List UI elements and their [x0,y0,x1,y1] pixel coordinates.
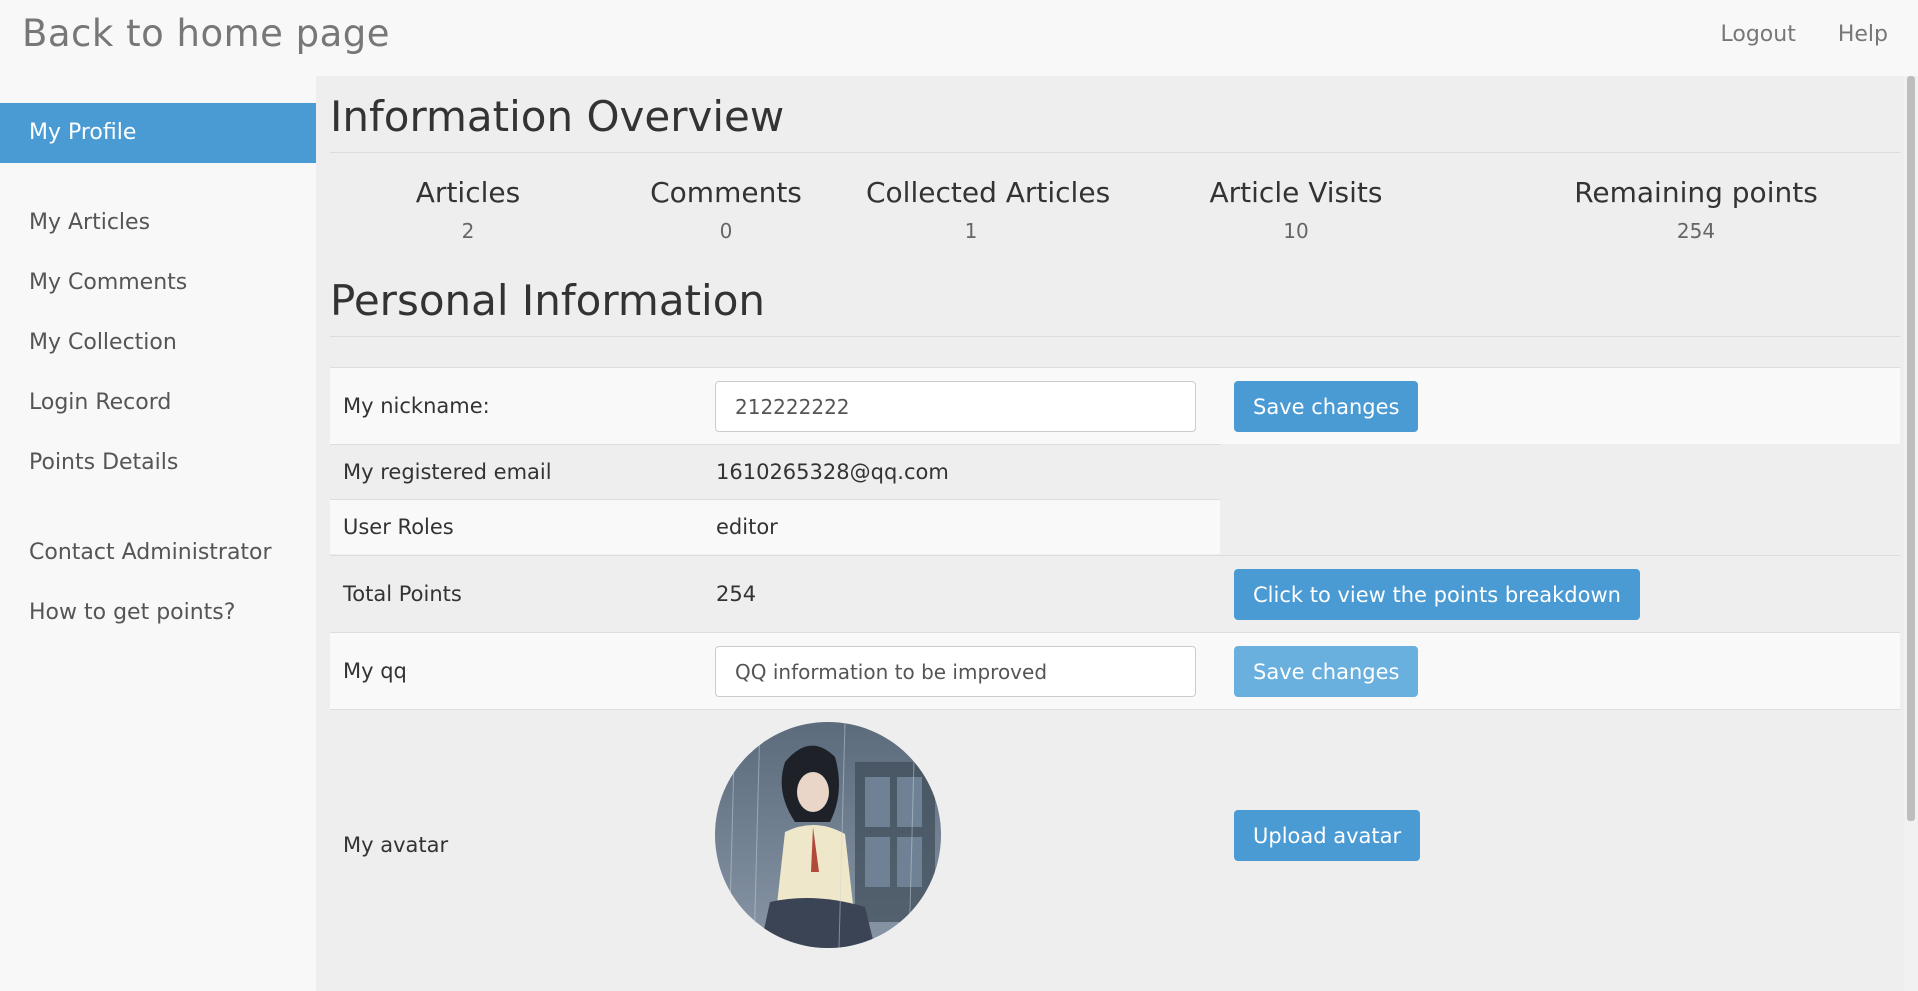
sidebar-item-contact-admin[interactable]: Contact Administrator [0,523,316,583]
stat-value: 10 [1283,219,1309,243]
avatar-illustration [715,722,941,948]
stat-remaining-points: Remaining points 254 [1571,176,1821,243]
qq-input[interactable] [715,646,1196,697]
main-content: Information Overview Articles 2 Comments… [316,76,1904,991]
sidebar-item-get-points[interactable]: How to get points? [0,583,316,643]
sidebar: My Profile My Articles My Comments My Co… [0,76,316,991]
sidebar-item-points-details[interactable]: Points Details [0,433,316,493]
stat-label: Comments [650,176,802,209]
divider [330,336,1900,337]
avatar-label: My avatar [343,833,449,857]
avatar-row: My avatar Upload avatar [330,709,1900,991]
sidebar-item-my-articles[interactable]: My Articles [0,193,316,253]
stat-value: 0 [719,219,733,243]
scrollbar-thumb[interactable] [1907,76,1915,821]
upload-avatar-button[interactable]: Upload avatar [1234,810,1421,861]
sidebar-item-my-collection[interactable]: My Collection [0,313,316,373]
nickname-label: My nickname: [343,394,490,418]
stat-label: Article Visits [1209,176,1383,209]
save-nickname-button[interactable]: Save changes [1234,381,1419,432]
email-label: My registered email [343,460,552,484]
divider [330,152,1900,153]
overview-title: Information Overview [330,92,785,141]
vertical-scrollbar[interactable] [1904,76,1918,991]
total-points-label: Total Points [343,582,462,606]
stat-articles: Articles 2 [393,176,543,243]
nickname-row: My nickname: Save changes [330,367,1900,444]
stat-label: Articles [415,176,521,209]
help-link[interactable]: Help [1838,22,1888,47]
roles-label: User Roles [343,515,454,539]
stat-value: 2 [461,219,475,243]
total-points-value: 254 [716,582,757,606]
logout-link[interactable]: Logout [1721,22,1796,47]
home-link[interactable]: Back to home page [22,12,390,55]
total-points-row: Total Points 254 Click to view the point… [330,555,1900,632]
sidebar-item-my-profile[interactable]: My Profile [0,103,316,163]
nickname-input[interactable] [715,381,1196,432]
qq-row: My qq Save changes [330,632,1900,709]
stat-value: 254 [1676,219,1716,243]
top-bar: Back to home page Logout Help [0,0,1918,76]
view-points-breakdown-button[interactable]: Click to view the points breakdown [1234,569,1640,620]
stat-visits: Article Visits 10 [1196,176,1396,243]
stat-value: 1 [964,219,978,243]
top-nav: Logout Help [1721,22,1888,47]
sidebar-item-my-comments[interactable]: My Comments [0,253,316,313]
roles-row: User Roles editor [330,499,1220,554]
stat-comments: Comments 0 [636,176,816,243]
email-row: My registered email 1610265328@qq.com [330,444,1220,499]
roles-value: editor [716,515,778,539]
avatar-image [715,722,941,948]
stat-collected: Collected Articles 1 [866,176,1111,243]
stat-label: Collected Articles [866,176,1111,209]
email-value: 1610265328@qq.com [716,460,949,484]
personal-info-title: Personal Information [330,276,766,325]
save-qq-button[interactable]: Save changes [1234,646,1419,697]
qq-label: My qq [343,659,407,683]
stat-label: Remaining points [1574,176,1818,209]
sidebar-item-login-record[interactable]: Login Record [0,373,316,433]
